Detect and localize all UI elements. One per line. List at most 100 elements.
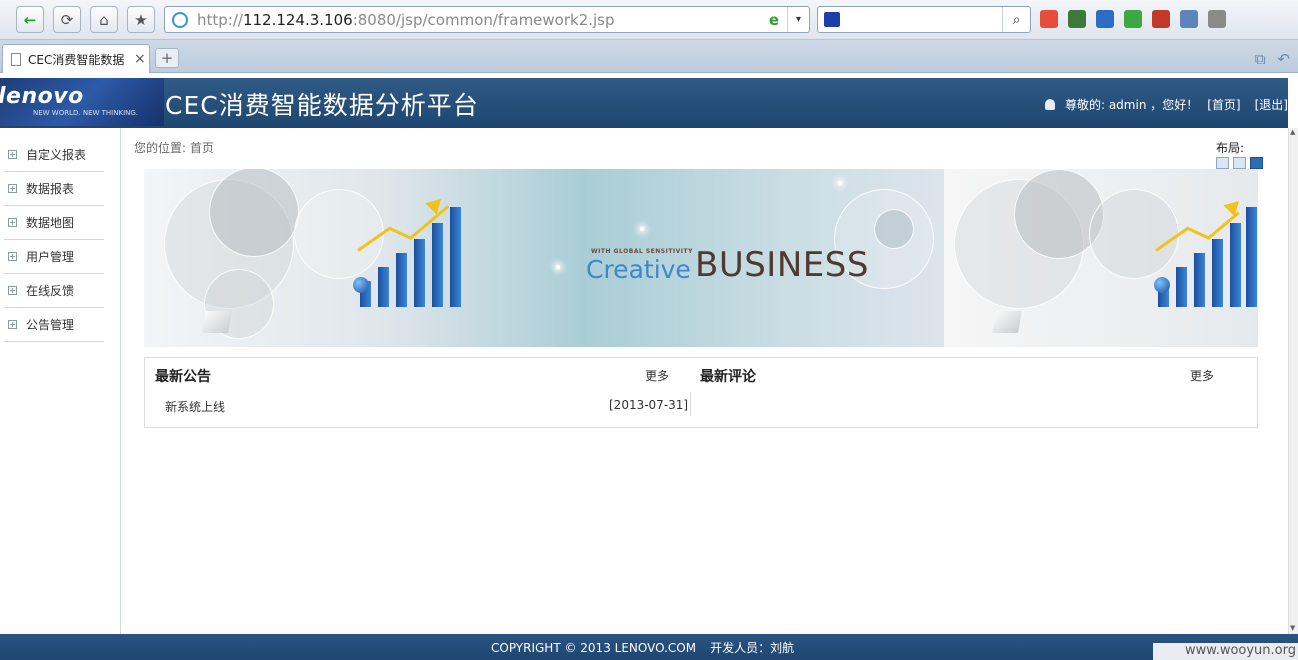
breadcrumb: 您的位置: 首页 <box>134 141 214 155</box>
back-button[interactable]: ← <box>16 6 44 33</box>
tab-strip-icons: ⧉ ↶ <box>1255 50 1290 68</box>
restore-tabs-icon[interactable]: ⧉ <box>1255 50 1266 68</box>
comments-title: 最新评论 <box>700 369 756 385</box>
browser-toolbar: ← ⟳ ⌂ ★ http://112.124.3.106:8080/jsp/co… <box>0 0 1298 40</box>
expand-icon: + <box>8 218 17 227</box>
arrow-head-icon <box>1223 195 1245 217</box>
layout-switcher <box>1216 157 1263 169</box>
banner-creative: Creative <box>586 255 691 284</box>
footer: COPYRIGHT © 2013 LENOVO.COM 开发人员：刘航 <box>0 634 1298 660</box>
home-link[interactable]: [首页] <box>1207 96 1240 113</box>
address-bar[interactable]: http://112.124.3.106:8080/jsp/common/fra… <box>164 6 810 33</box>
url-host: 112.124.3.106 <box>242 10 353 29</box>
sparkle-icon <box>640 227 644 231</box>
decor-cube <box>992 311 1022 333</box>
tab-strip: CEC消费智能数据 × + ⧉ ↶ <box>0 40 1298 73</box>
sidebar-item-user-management[interactable]: + 用户管理 <box>4 240 104 274</box>
new-tab-button[interactable]: + <box>155 48 179 68</box>
decor-circle <box>294 189 384 279</box>
url-path: :8080/jsp/common/framework2.jsp <box>352 10 615 29</box>
browser-search-input[interactable]: ⌕ <box>817 6 1031 33</box>
decor-cube <box>202 311 232 333</box>
decor-circle <box>874 209 914 249</box>
banner-tagline: WITH GLOBAL SENSITIVITY <box>591 248 693 255</box>
notices-more-link[interactable]: 更多 <box>645 367 669 384</box>
favorite-button[interactable]: ★ <box>127 6 155 33</box>
url-text: http://112.124.3.106:8080/jsp/common/fra… <box>197 11 615 29</box>
expand-icon: + <box>8 320 17 329</box>
comments-more-link[interactable]: 更多 <box>1190 367 1214 384</box>
banner: WITH GLOBAL SENSITIVITY Creative BUSINES… <box>144 169 1258 347</box>
decor-bar <box>1212 239 1223 307</box>
toolbar-extension-icons <box>1040 10 1226 28</box>
developer-text: 开发人员：刘航 <box>710 641 795 655</box>
url-scheme: http:// <box>197 10 243 29</box>
sidebar-item-label: 数据地图 <box>26 216 75 230</box>
panel-divider <box>690 392 691 416</box>
lenovo-logo: lenovo NEW WORLD. NEW THINKING. <box>0 78 164 126</box>
tab-current[interactable]: CEC消费智能数据 × <box>2 44 150 73</box>
star-icon: ★ <box>134 10 148 29</box>
banner-business: BUSINESS <box>695 245 869 285</box>
sparkle-icon <box>838 181 842 185</box>
url-dropdown-icon[interactable]: ▾ <box>787 7 809 32</box>
user-area: 尊敬的: admin ，您好！ [首页] [退出] <box>1044 96 1288 113</box>
expand-icon: + <box>8 252 17 261</box>
decor-bar <box>378 267 389 307</box>
layout-wide-icon[interactable] <box>1250 157 1263 169</box>
sidebar-item-custom-report[interactable]: + 自定义报表 <box>4 138 104 172</box>
user-greeting: 尊敬的: admin ，您好！ <box>1064 98 1199 112</box>
logout-link[interactable]: [退出] <box>1255 96 1288 113</box>
home-icon: ⌂ <box>99 10 109 29</box>
home-button[interactable]: ⌂ <box>90 6 118 33</box>
decor-bar <box>432 223 443 307</box>
sidebar-item-label: 在线反馈 <box>26 284 75 298</box>
back-arrow-icon: ← <box>23 10 37 29</box>
decor-circle <box>1089 189 1179 279</box>
apps-icon[interactable] <box>1040 10 1058 28</box>
close-icon[interactable]: × <box>134 51 146 67</box>
decor-bar <box>396 253 407 307</box>
film-icon[interactable] <box>1068 10 1086 28</box>
app-header: lenovo NEW WORLD. NEW THINKING. CEC消费智能数… <box>0 78 1288 128</box>
key-icon[interactable] <box>1096 10 1114 28</box>
sidebar-item-announcement-management[interactable]: + 公告管理 <box>4 308 104 342</box>
info-panels: 最新公告 更多 新系统上线 [2013-07-31] 最新评论 更多 <box>144 357 1258 428</box>
decor-sphere <box>353 277 369 293</box>
notice-item-title[interactable]: 新系统上线 <box>165 398 225 415</box>
banner-main: WITH GLOBAL SENSITIVITY Creative BUSINES… <box>144 169 944 347</box>
translate-icon[interactable] <box>1152 10 1170 28</box>
refresh-icon: ⟳ <box>60 10 74 29</box>
sidebar-item-online-feedback[interactable]: + 在线反馈 <box>4 274 104 308</box>
sidebar: + 自定义报表 + 数据报表 + 数据地图 + 用户管理 + 在线反馈 + 公告… <box>0 128 121 634</box>
game-icon[interactable] <box>1208 10 1226 28</box>
sidebar-item-data-map[interactable]: + 数据地图 <box>4 206 104 240</box>
decor-sphere <box>1154 277 1170 293</box>
sidebar-item-label: 数据报表 <box>26 182 75 196</box>
refresh-button[interactable]: ⟳ <box>53 6 81 33</box>
sidebar-item-label: 自定义报表 <box>26 148 87 162</box>
expand-icon: + <box>8 184 17 193</box>
copyright-text: COPYRIGHT © 2013 LENOVO.COM <box>491 641 697 655</box>
ie-compat-icon[interactable]: e <box>769 11 779 29</box>
screenshot-icon[interactable] <box>1180 10 1198 28</box>
logo-wordmark: lenovo <box>0 84 84 109</box>
layout-double-icon[interactable] <box>1233 157 1246 169</box>
banner-right <box>944 169 1258 347</box>
layout-label: 布局: <box>1216 141 1245 155</box>
undo-close-icon[interactable]: ↶ <box>1277 50 1290 68</box>
search-engine-icon[interactable] <box>824 12 840 27</box>
decor-circle <box>209 169 299 257</box>
layout-single-icon[interactable] <box>1216 157 1229 169</box>
decor-bar <box>1176 267 1187 307</box>
scroll-up-icon[interactable]: ▲ <box>1290 128 1295 136</box>
decor-bar <box>450 207 461 307</box>
shield-icon[interactable] <box>1124 10 1142 28</box>
search-icon[interactable]: ⌕ <box>1002 7 1030 32</box>
sidebar-item-data-report[interactable]: + 数据报表 <box>4 172 104 206</box>
decor-bar <box>1230 223 1241 307</box>
scroll-down-icon[interactable]: ▼ <box>1290 624 1295 632</box>
decor-bar <box>414 239 425 307</box>
scrollbar[interactable]: ▲ ▼ <box>1288 128 1298 634</box>
notice-item-date: [2013-07-31] <box>609 398 689 412</box>
